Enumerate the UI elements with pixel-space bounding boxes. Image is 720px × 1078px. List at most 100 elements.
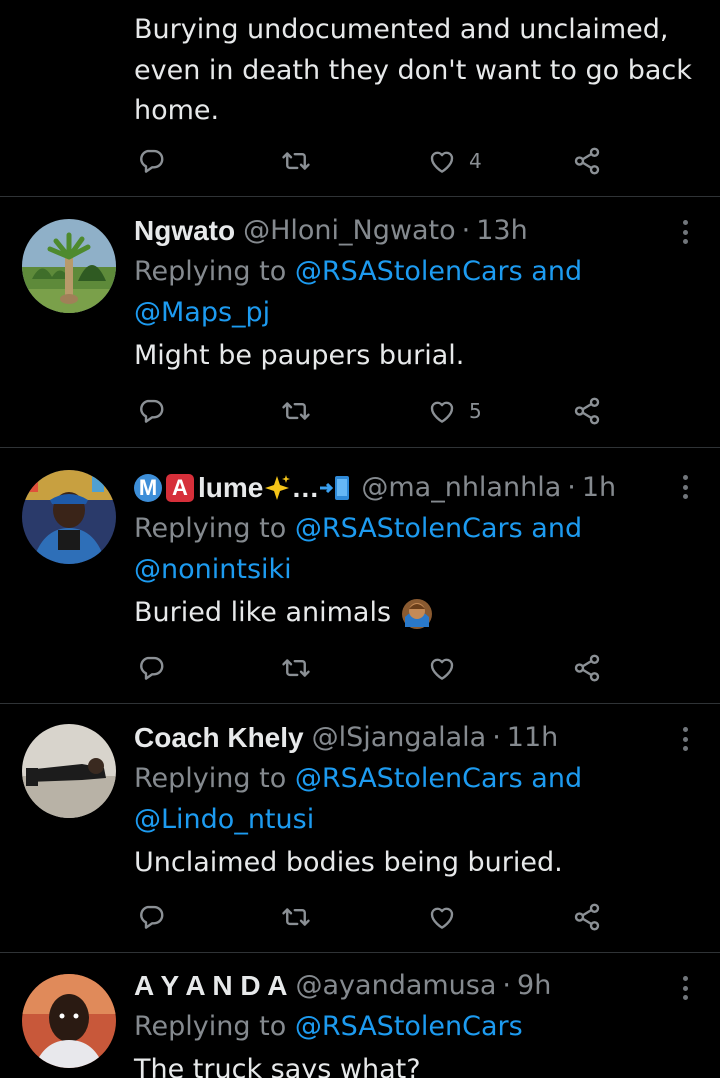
reply-icon <box>136 653 166 683</box>
separator: · <box>502 970 512 1001</box>
user-handle[interactable]: @ma_nhlanhla <box>361 468 561 508</box>
separator: · <box>492 722 501 753</box>
retweet-icon <box>281 653 311 683</box>
like-button[interactable]: 5 <box>427 391 482 431</box>
mention-link[interactable]: @Lindo_ntusi <box>134 804 314 835</box>
avatar[interactable] <box>22 724 116 818</box>
tweet-header: Coach Khely @lSjangalala · 11h <box>134 718 674 758</box>
retweet-button[interactable] <box>281 391 311 431</box>
like-button[interactable]: 4 <box>427 141 482 181</box>
avatar[interactable] <box>22 974 116 1068</box>
share-button[interactable] <box>572 391 602 431</box>
tweet-actions: 5 <box>0 391 720 431</box>
tweet-text: The truck says what? <box>134 1054 421 1078</box>
mention-link[interactable]: @Maps_pj <box>134 297 270 328</box>
like-button[interactable] <box>427 897 457 937</box>
like-count: 5 <box>469 399 482 423</box>
share-icon <box>572 653 602 683</box>
timestamp[interactable]: 9h <box>517 966 551 1006</box>
display-name[interactable]: Ngwato <box>134 211 235 251</box>
retweet-button[interactable] <box>281 141 311 181</box>
timestamp[interactable]: 13h <box>476 211 527 251</box>
replying-to-label: Replying to <box>134 513 295 544</box>
display-name[interactable]: Coach Khely <box>134 718 304 758</box>
tweet-header: Ngwato @Hloni_Ngwato · 13h <box>134 211 674 251</box>
like-button[interactable] <box>427 648 457 688</box>
tweet-text-line: Burying undocumented and unclaimed, <box>134 14 669 45</box>
more-options-icon[interactable] <box>676 472 694 502</box>
share-button[interactable] <box>572 897 602 937</box>
retweet-icon <box>281 146 311 176</box>
user-handle[interactable]: @lSjangalala <box>312 718 487 758</box>
tweet-text-line: even in death they don't want to go back <box>134 54 692 86</box>
tweet-header: A Y A N D A @ayandamusa · 9h <box>134 966 674 1006</box>
mention-joiner[interactable]: and <box>523 256 582 287</box>
tweet[interactable]: A Y A N D A @ayandamusa · 9h Replying to… <box>0 953 720 1078</box>
display-name[interactable]: A Y A N D A <box>134 966 288 1006</box>
timestamp[interactable]: 1h <box>582 468 616 508</box>
more-options-icon[interactable] <box>676 724 694 754</box>
mention-joiner[interactable]: and <box>523 513 582 544</box>
tweet-actions <box>0 648 720 688</box>
heart-icon <box>427 146 457 176</box>
share-button[interactable] <box>572 141 602 181</box>
display-name[interactable]: lume <box>198 468 263 508</box>
heart-icon <box>427 653 457 683</box>
sparkles-icon <box>265 475 291 500</box>
replying-to: Replying to @RSAStolenCars and @Lindo_nt… <box>134 758 674 840</box>
share-icon <box>572 146 602 176</box>
tweet-text: Unclaimed bodies being buried. <box>134 847 563 878</box>
reply-button[interactable] <box>136 141 166 181</box>
tweet-text-line: home. <box>134 95 220 126</box>
share-button[interactable] <box>572 648 602 688</box>
more-options-icon[interactable] <box>676 973 694 1003</box>
mention-link[interactable]: @RSAStolenCars <box>295 1011 523 1042</box>
retweet-icon <box>281 902 311 932</box>
more-options-icon[interactable] <box>676 217 694 247</box>
reply-button[interactable] <box>136 648 166 688</box>
heart-icon <box>427 902 457 932</box>
reply-icon <box>136 146 166 176</box>
name-badge: A <box>166 474 194 502</box>
separator: · <box>567 472 576 503</box>
share-icon <box>572 902 602 932</box>
replying-to-label: Replying to <box>134 256 295 287</box>
mention-joiner[interactable]: and <box>523 763 582 794</box>
user-handle[interactable]: @ayandamusa <box>296 966 497 1006</box>
separator: · <box>461 215 471 246</box>
mention-link[interactable]: @RSAStolenCars <box>295 256 523 287</box>
replying-to: Replying to @RSAStolenCars <box>134 1006 674 1047</box>
mention-link[interactable]: @RSAStolenCars <box>295 513 523 544</box>
tweet-actions: 4 <box>0 141 720 181</box>
share-icon <box>572 396 602 426</box>
like-count: 4 <box>469 149 482 173</box>
phone-arrow-icon <box>320 476 350 500</box>
mention-link[interactable]: @RSAStolenCars <box>295 763 523 794</box>
replying-to-label: Replying to <box>134 763 295 794</box>
tweet-text: Might be paupers burial. <box>134 340 465 371</box>
tweet-header: M A lume … @ma_nhlanhla · 1h <box>134 468 674 508</box>
tweet-text: Burying undocumented and unclaimed, even… <box>134 10 704 132</box>
display-name-suffix: … <box>291 472 320 503</box>
name-badge: M <box>134 474 162 502</box>
avatar[interactable] <box>22 470 116 564</box>
tweet-text-content: Buried like animals <box>134 597 392 628</box>
retweet-button[interactable] <box>281 897 311 937</box>
reply-icon <box>136 396 166 426</box>
tweet-text: Buried like animals <box>134 592 674 634</box>
user-handle[interactable]: @Hloni_Ngwato <box>243 211 456 251</box>
replying-to: Replying to @RSAStolenCars and @nonintsi… <box>134 508 674 590</box>
tweet-actions <box>0 897 720 937</box>
timestamp[interactable]: 11h <box>507 718 558 758</box>
retweet-button[interactable] <box>281 648 311 688</box>
reply-button[interactable] <box>136 897 166 937</box>
avatar[interactable] <box>22 219 116 313</box>
retweet-icon <box>281 396 311 426</box>
facepalm-emoji-icon <box>401 598 432 629</box>
heart-icon <box>427 396 457 426</box>
replying-to: Replying to @RSAStolenCars and @Maps_pj <box>134 251 674 333</box>
mention-link[interactable]: @nonintsiki <box>134 554 292 585</box>
replying-to-label: Replying to <box>134 1011 295 1042</box>
reply-button[interactable] <box>136 391 166 431</box>
reply-icon <box>136 902 166 932</box>
